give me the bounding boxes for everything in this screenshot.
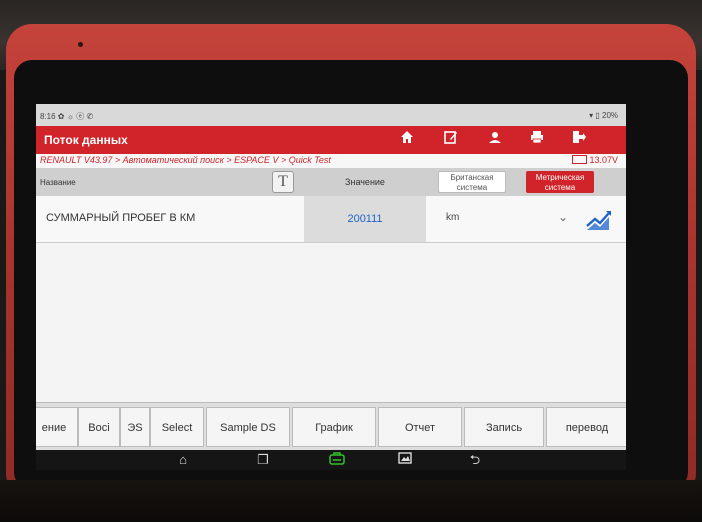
system-nav-bar: ⌂ ❐ ⮌ <box>36 450 626 470</box>
status-bar: 8:16 ✿ ☼ ⓔ ✆ ▾ ▯ 20% <box>36 104 626 126</box>
screenshot-icon[interactable] <box>396 452 414 468</box>
chevron-down-icon[interactable]: ⌄ <box>558 210 568 224</box>
page-title: Поток данных <box>44 133 128 147</box>
parameter-value: 200111 <box>304 196 426 242</box>
graph-button[interactable]: График <box>292 407 376 447</box>
parameter-name: СУММАРНЫЙ ПРОБЕГ В КМ <box>46 212 196 224</box>
diagnostic-download-icon[interactable] <box>328 452 346 468</box>
sample-ds-button[interactable]: Sample DS <box>206 407 290 447</box>
recent-apps-icon[interactable]: ❐ <box>254 452 272 468</box>
bottom-toolbar: ение Восі ЭS Select Sample DS График Отч… <box>36 402 626 451</box>
breadcrumb-bar: RENAULT V43.97 > Автоматический поиск > … <box>36 154 626 169</box>
toolbar-button-partial[interactable]: ение <box>36 407 78 447</box>
british-system-button[interactable]: Британская система <box>438 171 506 193</box>
edit-report-icon[interactable] <box>440 130 462 150</box>
toolbar-button-partial-2[interactable]: Восі <box>78 407 120 447</box>
home-icon[interactable] <box>396 130 418 150</box>
parameter-unit: km <box>446 212 460 223</box>
battery-status: ▾ ▯ 20% <box>589 111 618 120</box>
app-header: Поток данных <box>36 126 626 154</box>
toolbar-button-ds[interactable]: ЭS <box>120 407 150 447</box>
exit-icon[interactable] <box>568 130 590 150</box>
table-header: Название T Значение Британская система М… <box>36 168 626 196</box>
translate-button[interactable]: перевод <box>546 407 626 447</box>
metric-system-button[interactable]: Метрическая система <box>526 171 594 193</box>
report-button[interactable]: Отчет <box>378 407 462 447</box>
table-row[interactable]: СУММАРНЫЙ ПРОБЕГ В КМ 200111 km ⌄ <box>36 196 626 243</box>
breadcrumb: RENAULT V43.97 > Автоматический поиск > … <box>40 155 331 165</box>
camera-icon <box>78 42 83 47</box>
tablet-screen: 8:16 ✿ ☼ ⓔ ✆ ▾ ▯ 20% Поток данных RENAUL… <box>36 104 626 470</box>
value-column-header: Значение <box>345 177 385 187</box>
select-button[interactable]: Select <box>150 407 204 447</box>
voltage-value: 13.07V <box>589 155 618 165</box>
graph-icon[interactable] <box>584 206 614 232</box>
user-icon[interactable] <box>484 130 506 150</box>
record-button[interactable]: Запись <box>464 407 544 447</box>
status-time: 8:16 ✿ ☼ ⓔ ✆ <box>40 112 94 121</box>
back-icon[interactable]: ⮌ <box>466 452 484 468</box>
text-toggle-button[interactable]: T <box>272 171 294 193</box>
background-bottom <box>0 480 702 522</box>
home-icon[interactable]: ⌂ <box>174 452 192 468</box>
print-icon[interactable] <box>526 130 548 150</box>
battery-icon <box>572 155 588 165</box>
voltage-indicator: 13.07V <box>572 155 618 165</box>
name-column-header: Название <box>40 178 76 187</box>
